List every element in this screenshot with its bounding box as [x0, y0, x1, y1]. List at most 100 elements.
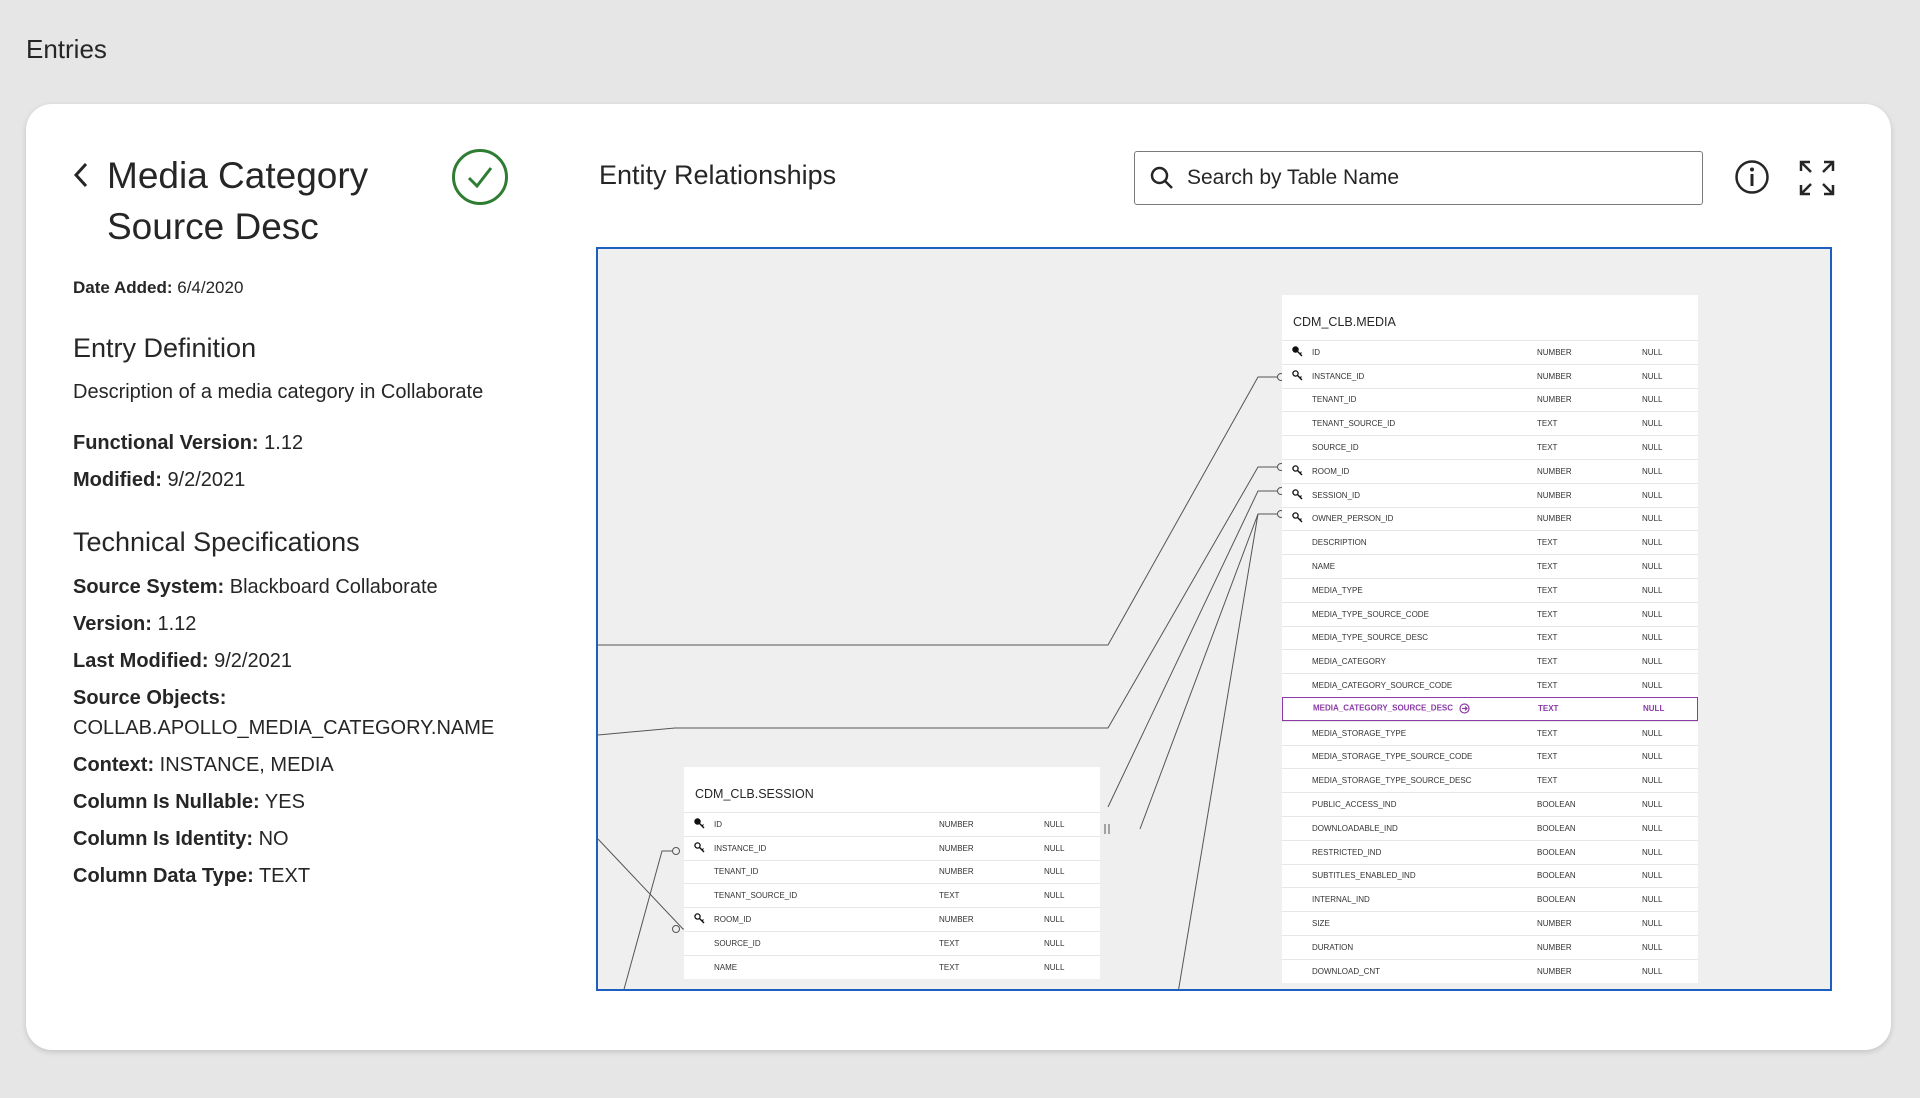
- column-type: NUMBER: [939, 843, 974, 853]
- er-table-name: CDM_CLB.SESSION: [695, 787, 814, 801]
- er-column-row[interactable]: OWNER_PERSON_ID NUMBER NULL: [1282, 506, 1698, 531]
- table-search[interactable]: [1134, 151, 1703, 205]
- er-column-row[interactable]: MEDIA_STORAGE_TYPE TEXT NULL: [1282, 720, 1698, 745]
- er-column-row[interactable]: MEDIA_STORAGE_TYPE_SOURCE_DESC TEXT NULL: [1282, 768, 1698, 792]
- back-button[interactable]: [70, 158, 94, 192]
- er-column-row[interactable]: MEDIA_CATEGORY_SOURCE_CODE TEXT NULL: [1282, 673, 1698, 697]
- foreign-key-icon: [1282, 488, 1303, 502]
- er-column-row[interactable]: MEDIA_TYPE_SOURCE_DESC TEXT NULL: [1282, 625, 1698, 650]
- source-objects-label: Source Objects:: [73, 687, 227, 709]
- date-added-value: 6/4/2020: [177, 278, 244, 297]
- column-identity: Column Is Identity: NO: [73, 828, 289, 851]
- er-column-row[interactable]: DOWNLOADABLE_IND BOOLEAN NULL: [1282, 815, 1698, 840]
- er-column-row[interactable]: TENANT_SOURCE_ID TEXT NULL: [684, 883, 1100, 907]
- context: Context: INSTANCE, MEDIA: [73, 754, 334, 777]
- er-column-row[interactable]: TENANT_ID NUMBER NULL: [684, 859, 1100, 884]
- navigate-arrow-icon[interactable]: [1459, 703, 1470, 714]
- column-nullability: NULL: [1642, 538, 1663, 548]
- column-data-type-label: Column Data Type:: [73, 865, 254, 887]
- foreign-key-icon: [1282, 465, 1303, 478]
- fullscreen-button[interactable]: [1798, 159, 1836, 202]
- er-column-row[interactable]: PUBLIC_ACCESS_IND BOOLEAN NULL: [1282, 792, 1698, 816]
- column-name: TENANT_ID: [714, 867, 759, 877]
- er-column-row[interactable]: NAME TEXT NULL: [1282, 554, 1698, 578]
- column-nullable-label: Column Is Nullable:: [73, 791, 260, 813]
- er-column-row[interactable]: TENANT_SOURCE_ID TEXT NULL: [1282, 411, 1698, 435]
- column-type: NUMBER: [1537, 371, 1572, 381]
- column-type: TEXT: [1537, 609, 1558, 619]
- er-column-row[interactable]: ROOM_ID NUMBER NULL: [684, 907, 1100, 931]
- expand-icon: [1799, 160, 1835, 196]
- er-column-row[interactable]: INTERNAL_IND BOOLEAN NULL: [1282, 887, 1698, 911]
- column-name: MEDIA_STORAGE_TYPE_SOURCE_CODE: [1312, 752, 1473, 762]
- column-nullability: NULL: [1642, 942, 1663, 952]
- column-type: NUMBER: [1537, 942, 1572, 952]
- column-name: DOWNLOADABLE_IND: [1312, 823, 1398, 833]
- version-label: Version:: [73, 613, 152, 635]
- context-label: Context:: [73, 754, 155, 776]
- er-table-session[interactable]: CDM_CLB.SESSION ID NUMBER NULL INSTANCE_ID N…: [684, 767, 1100, 979]
- column-type: BOOLEAN: [1537, 847, 1576, 857]
- column-name: ID: [1312, 347, 1320, 357]
- column-name: MEDIA_CATEGORY_SOURCE_DESC: [1303, 703, 1533, 714]
- column-nullability: NULL: [1642, 514, 1663, 524]
- er-column-row[interactable]: MEDIA_TYPE_SOURCE_CODE TEXT NULL: [1282, 601, 1698, 626]
- version-value: 1.12: [157, 613, 197, 635]
- er-column-row[interactable]: MEDIA_STORAGE_TYPE_SOURCE_CODE TEXT NULL: [1282, 744, 1698, 769]
- column-name: MEDIA_STORAGE_TYPE_SOURCE_DESC: [1312, 776, 1472, 786]
- column-nullability: NULL: [1642, 585, 1663, 595]
- primary-key-icon: [684, 818, 705, 831]
- er-column-row[interactable]: SIZE NUMBER NULL: [1282, 911, 1698, 935]
- column-nullable: Column Is Nullable: YES: [73, 791, 305, 814]
- er-column-row[interactable]: DURATION NUMBER NULL: [1282, 934, 1698, 959]
- column-type: TEXT: [1537, 776, 1558, 786]
- column-nullability: NULL: [1642, 371, 1663, 381]
- column-type: NUMBER: [1537, 347, 1572, 357]
- column-nullability: NULL: [1044, 915, 1065, 925]
- er-column-row[interactable]: DESCRIPTION TEXT NULL: [1282, 530, 1698, 554]
- er-column-row[interactable]: MEDIA_TYPE TEXT NULL: [1282, 577, 1698, 602]
- search-input[interactable]: [1187, 166, 1667, 190]
- er-column-row[interactable]: SOURCE_ID TEXT NULL: [684, 930, 1100, 955]
- er-column-row[interactable]: INSTANCE_ID NUMBER NULL: [684, 835, 1100, 860]
- er-column-row[interactable]: INSTANCE_ID NUMBER NULL: [1282, 363, 1698, 388]
- er-column-row[interactable]: SOURCE_ID TEXT NULL: [1282, 435, 1698, 459]
- column-nullability: NULL: [1642, 800, 1663, 810]
- er-column-row[interactable]: MEDIA_CATEGORY TEXT NULL: [1282, 649, 1698, 673]
- column-type: TEXT: [1537, 752, 1558, 762]
- column-type: TEXT: [1537, 562, 1558, 572]
- column-nullability: NULL: [1642, 466, 1663, 476]
- column-type: TEXT: [939, 938, 960, 948]
- column-type: BOOLEAN: [1537, 895, 1576, 905]
- column-nullability: NULL: [1642, 347, 1663, 357]
- functional-version-label: Functional Version:: [73, 432, 259, 454]
- column-nullability: NULL: [1044, 819, 1065, 829]
- column-nullability: NULL: [1044, 867, 1065, 877]
- info-button[interactable]: [1734, 159, 1770, 200]
- search-icon: [1150, 166, 1173, 189]
- er-column-row[interactable]: SESSION_ID NUMBER NULL: [1282, 482, 1698, 507]
- column-type: TEXT: [1537, 633, 1558, 643]
- column-type: NUMBER: [939, 819, 974, 829]
- foreign-key-icon: [1282, 369, 1303, 383]
- column-name: DURATION: [1312, 942, 1354, 952]
- er-table-media[interactable]: CDM_CLB.MEDIA ID NUMBER NULL INSTANCE_ID NUM…: [1282, 295, 1698, 983]
- er-column-row[interactable]: RESTRICTED_IND BOOLEAN NULL: [1282, 839, 1698, 864]
- er-column-row[interactable]: ID NUMBER NULL: [684, 812, 1100, 836]
- column-name: TENANT_SOURCE_ID: [714, 891, 798, 901]
- column-type: BOOLEAN: [1537, 871, 1576, 881]
- er-column-row[interactable]: ROOM_ID NUMBER NULL: [1282, 458, 1698, 483]
- er-diagram-canvas[interactable]: CDM_CLB.MEDIA ID NUMBER NULL INSTANCE_ID NUM…: [596, 247, 1832, 991]
- info-icon: [1735, 160, 1769, 194]
- er-column-row[interactable]: SUBTITLES_ENABLED_IND BOOLEAN NULL: [1282, 863, 1698, 888]
- er-column-row[interactable]: TENANT_ID NUMBER NULL: [1282, 387, 1698, 412]
- column-name: MEDIA_CATEGORY_SOURCE_CODE: [1312, 681, 1453, 691]
- column-data-type: Column Data Type: TEXT: [73, 865, 310, 888]
- er-column-row[interactable]: NAME TEXT NULL: [684, 954, 1100, 979]
- column-type: TEXT: [939, 962, 960, 972]
- er-column-row-highlighted[interactable]: MEDIA_CATEGORY_SOURCE_DESC TEXT NULL: [1282, 696, 1698, 721]
- column-type: NUMBER: [1537, 919, 1572, 929]
- er-column-row[interactable]: ID NUMBER NULL: [1282, 340, 1698, 364]
- column-type: TEXT: [939, 891, 960, 901]
- er-column-row[interactable]: DOWNLOAD_CNT NUMBER NULL: [1282, 958, 1698, 983]
